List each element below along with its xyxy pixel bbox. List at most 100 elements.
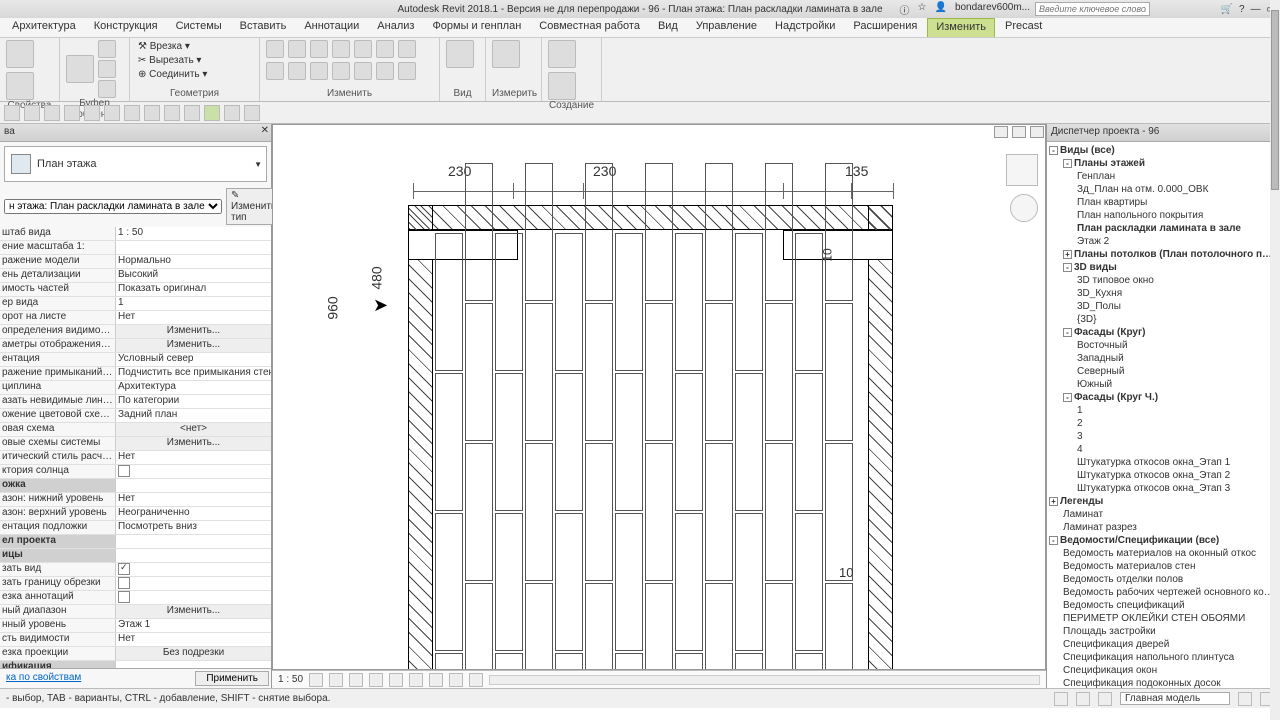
checkbox[interactable]	[118, 563, 130, 575]
opt-icon-2[interactable]	[24, 105, 40, 121]
tab-precast[interactable]: Precast	[997, 18, 1050, 37]
opt-icon-10[interactable]	[184, 105, 200, 121]
delete-icon[interactable]	[354, 62, 372, 80]
nav-wheel[interactable]	[1010, 194, 1038, 222]
tab-ext[interactable]: Расширения	[845, 18, 925, 37]
prop-row[interactable]: ражение примыканий стенПодчистить все пр…	[0, 367, 271, 381]
sb-icon-3[interactable]	[1098, 692, 1112, 706]
vs-icon-7[interactable]	[429, 673, 443, 687]
prop-row[interactable]: ение масштаба 1:	[0, 241, 271, 255]
prop-value[interactable]: Условный север	[116, 353, 271, 366]
prop-help-link[interactable]: ка по свойствам	[0, 669, 193, 688]
tab-struct[interactable]: Конструкция	[86, 18, 166, 37]
prop-value[interactable]: Изменить...	[116, 325, 271, 338]
apply-button[interactable]: Применить	[195, 671, 269, 686]
prop-value[interactable]: Посмотреть вниз	[116, 521, 271, 534]
vs-icon-8[interactable]	[449, 673, 463, 687]
expand-icon[interactable]: -	[1049, 536, 1058, 545]
prop-row[interactable]: ентация подложкиПосмотреть вниз	[0, 521, 271, 535]
prop-row[interactable]: овые схемы системыИзменить...	[0, 437, 271, 451]
project-tree[interactable]: -Виды (все)-Планы этажейГенпланЗд_План н…	[1047, 142, 1280, 688]
opt-icon-7[interactable]	[124, 105, 140, 121]
prop-value[interactable]: Без подрезки	[116, 647, 271, 660]
help-icon[interactable]: ?	[1239, 4, 1245, 15]
tree-node[interactable]: ПЕРИМЕТР ОКЛЕЙКИ СТЕН ОБОЯМИ	[1049, 612, 1278, 625]
opt-icon-3[interactable]	[44, 105, 60, 121]
vs-icon-6[interactable]	[409, 673, 423, 687]
create2-icon[interactable]	[548, 72, 576, 100]
tree-node[interactable]: 3D_Полы	[1049, 300, 1278, 313]
tree-node[interactable]: Штукатурка откосов окна_Этап 2	[1049, 469, 1278, 482]
prop-value[interactable]: Нет	[116, 633, 271, 646]
prop-value[interactable]: Нормально	[116, 255, 271, 268]
properties-icon[interactable]	[6, 72, 34, 100]
prop-value[interactable]: Изменить...	[116, 605, 271, 618]
cart-icon[interactable]: 🛒	[1221, 4, 1233, 15]
prop-row[interactable]: езка проекцииБез подрезки	[0, 647, 271, 661]
type-selector[interactable]: План этажа ▼	[4, 146, 267, 182]
tree-node[interactable]: Северный	[1049, 365, 1278, 378]
pin-icon[interactable]	[310, 62, 328, 80]
info-icon[interactable]: ⓘ	[900, 2, 910, 17]
prop-value[interactable]: 1	[116, 297, 271, 310]
tree-node[interactable]: План раскладки ламината в зале	[1049, 222, 1278, 235]
prop-row[interactable]: азон: нижний уровеньНет	[0, 493, 271, 507]
tab-modify[interactable]: Изменить	[927, 18, 995, 37]
tree-node[interactable]: +Легенды	[1049, 495, 1278, 508]
tree-node[interactable]: -Фасады (Круг)	[1049, 326, 1278, 339]
vs-icon-1[interactable]	[309, 673, 323, 687]
prop-value[interactable]	[116, 661, 271, 668]
tree-node[interactable]: Ведомость материалов стен	[1049, 560, 1278, 573]
cope-item[interactable]: ⚒ Врезка ▾	[136, 40, 253, 53]
tree-node[interactable]: Ламинат	[1049, 508, 1278, 521]
tab-systems[interactable]: Системы	[168, 18, 230, 37]
array-icon[interactable]	[354, 40, 372, 58]
prop-value[interactable]: По категории	[116, 395, 271, 408]
expand-icon[interactable]: -	[1063, 159, 1072, 168]
expand-icon[interactable]: -	[1049, 146, 1058, 155]
modify-tool-icon[interactable]	[6, 40, 34, 68]
prop-value[interactable]: <нет>	[116, 423, 271, 436]
workset-select[interactable]: Главная модель	[1120, 692, 1230, 705]
tab-insert[interactable]: Вставить	[232, 18, 295, 37]
opt-icon-5[interactable]	[84, 105, 100, 121]
match-icon[interactable]	[98, 80, 116, 98]
cut-icon[interactable]	[98, 40, 116, 58]
expand-icon[interactable]: +	[1063, 250, 1072, 259]
view-scale[interactable]: 1 : 50	[278, 674, 303, 685]
cut-geom-item[interactable]: ✂ Вырезать ▾	[136, 54, 253, 67]
tree-node[interactable]: -3D виды	[1049, 261, 1278, 274]
vs-icon-4[interactable]	[369, 673, 383, 687]
vc-close-icon[interactable]	[1030, 126, 1044, 138]
tree-node[interactable]: -Виды (все)	[1049, 144, 1278, 157]
prop-row[interactable]: ификация	[0, 661, 271, 668]
prop-row[interactable]: аметры отображения графи...Изменить...	[0, 339, 271, 353]
offset-icon[interactable]	[288, 40, 306, 58]
prop-value[interactable]	[116, 563, 271, 576]
join-item[interactable]: ⊕ Соединить ▾	[136, 68, 253, 81]
tree-node[interactable]: Площадь застройки	[1049, 625, 1278, 638]
star-icon[interactable]: ☆	[918, 2, 927, 17]
prop-row[interactable]: ицы	[0, 549, 271, 563]
instance-filter[interactable]: н этажа: План раскладки ламината в зале	[4, 199, 222, 214]
tree-node[interactable]: Штукатурка откосов окна_Этап 1	[1049, 456, 1278, 469]
prop-row[interactable]: имость частейПоказать оригинал	[0, 283, 271, 297]
tree-node[interactable]: 3	[1049, 430, 1278, 443]
vc-min-icon[interactable]	[994, 126, 1008, 138]
prop-value[interactable]	[116, 591, 271, 604]
tree-node[interactable]: -Ведомости/Спецификации (все)	[1049, 534, 1278, 547]
prop-value[interactable]: Нет	[116, 451, 271, 464]
prop-row[interactable]: ктория солнца	[0, 465, 271, 479]
prop-value[interactable]	[116, 479, 271, 492]
mirror-icon[interactable]	[310, 40, 328, 58]
tree-node[interactable]: 2	[1049, 417, 1278, 430]
opt-icon-6[interactable]	[104, 105, 120, 121]
prop-row[interactable]: нный уровеньЭтаж 1	[0, 619, 271, 633]
prop-row[interactable]: ер вида1	[0, 297, 271, 311]
prop-value[interactable]: Неограниченно	[116, 507, 271, 520]
tree-node[interactable]: Ведомость рабочих чертежей основного ком…	[1049, 586, 1278, 599]
prop-row[interactable]: ный диапазонИзменить...	[0, 605, 271, 619]
prop-row[interactable]: зать вид	[0, 563, 271, 577]
tree-node[interactable]: Спецификация напольного плинтуса	[1049, 651, 1278, 664]
tab-view[interactable]: Вид	[650, 18, 686, 37]
